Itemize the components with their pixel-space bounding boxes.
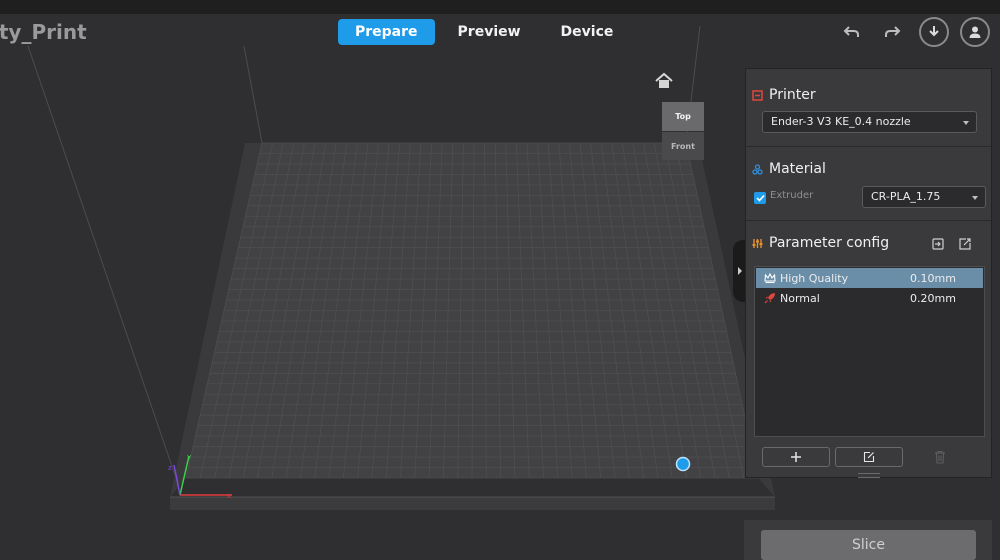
material-icon bbox=[752, 163, 763, 175]
download-button[interactable] bbox=[919, 17, 949, 47]
tab-device[interactable]: Device bbox=[544, 19, 631, 45]
check-icon bbox=[755, 194, 765, 202]
profile-name: Normal bbox=[780, 291, 820, 305]
printer-select[interactable]: Ender-3 V3 KE_0.4 nozzle bbox=[762, 111, 977, 133]
trash-icon bbox=[935, 450, 945, 464]
y-axis-label: y bbox=[187, 453, 191, 461]
redo-button[interactable] bbox=[878, 18, 906, 46]
undo-icon bbox=[843, 26, 859, 37]
edit-profile-button[interactable] bbox=[835, 447, 903, 467]
parameter-config-heading: Parameter config bbox=[769, 235, 890, 251]
material-section-header: Material bbox=[752, 161, 826, 177]
profile-layer-height: 0.10mm bbox=[910, 271, 956, 285]
material-select-value: CR-PLA_1.75 bbox=[871, 190, 941, 203]
chevron-right-icon bbox=[738, 267, 742, 275]
profile-layer-height: 0.20mm bbox=[910, 291, 956, 305]
import-icon bbox=[932, 238, 944, 250]
profile-row-normal[interactable]: Normal 0.20mm bbox=[756, 288, 983, 308]
printer-section-header: Printer bbox=[752, 87, 816, 103]
bounding-line bbox=[27, 45, 177, 479]
tab-prepare[interactable]: Prepare bbox=[338, 19, 435, 45]
x-axis-label: x bbox=[227, 492, 231, 500]
material-select[interactable]: CR-PLA_1.75 bbox=[862, 186, 986, 208]
rocket-icon bbox=[764, 293, 775, 304]
export-profile-button[interactable] bbox=[958, 236, 974, 252]
panel-resize-grip[interactable] bbox=[858, 473, 880, 478]
user-icon bbox=[969, 26, 981, 38]
edit-icon bbox=[863, 451, 875, 463]
extruder-label: Extruder bbox=[770, 190, 814, 201]
settings-panel: Printer Ender-3 V3 KE_0.4 nozzle Materia… bbox=[745, 68, 992, 478]
slice-button[interactable]: Slice bbox=[761, 530, 976, 560]
viewcube-top-face[interactable]: Top bbox=[662, 102, 704, 131]
home-view-button[interactable] bbox=[654, 72, 674, 90]
printer-heading: Printer bbox=[769, 87, 816, 103]
account-button[interactable] bbox=[960, 17, 990, 47]
profile-list: High Quality 0.10mm Normal 0.20mm bbox=[754, 266, 985, 437]
plate-origin-marker[interactable] bbox=[675, 456, 691, 472]
parameter-config-section-header: Parameter config bbox=[752, 235, 889, 251]
export-icon bbox=[959, 238, 971, 250]
plus-icon bbox=[791, 452, 801, 462]
plate-front-edge bbox=[170, 497, 775, 510]
bounding-line bbox=[243, 45, 263, 144]
sliders-icon bbox=[752, 238, 763, 248]
profile-row-high-quality[interactable]: High Quality 0.10mm bbox=[756, 268, 983, 288]
redo-icon bbox=[885, 26, 901, 37]
home-icon bbox=[655, 72, 673, 88]
add-profile-button[interactable] bbox=[762, 447, 830, 467]
chevron-down-icon bbox=[963, 121, 969, 125]
delete-profile-button[interactable] bbox=[934, 449, 950, 465]
material-heading: Material bbox=[769, 161, 826, 177]
chevron-down-icon bbox=[972, 196, 978, 200]
download-icon bbox=[929, 26, 939, 37]
z-axis-label: z bbox=[168, 464, 172, 472]
import-profile-button[interactable] bbox=[931, 236, 947, 252]
printer-select-value: Ender-3 V3 KE_0.4 nozzle bbox=[771, 115, 911, 128]
tab-preview[interactable]: Preview bbox=[441, 19, 538, 45]
project-title: ity_Print bbox=[0, 20, 87, 44]
undo-button[interactable] bbox=[838, 18, 866, 46]
viewcube-front-face[interactable]: Front bbox=[662, 132, 704, 160]
extruder-checkbox[interactable] bbox=[754, 192, 766, 204]
printer-icon bbox=[752, 89, 763, 101]
crown-icon bbox=[764, 272, 776, 284]
section-divider bbox=[746, 146, 991, 147]
section-divider bbox=[746, 220, 991, 221]
mode-tabs: Prepare Preview Device bbox=[338, 19, 630, 45]
profile-name: High Quality bbox=[780, 271, 849, 285]
